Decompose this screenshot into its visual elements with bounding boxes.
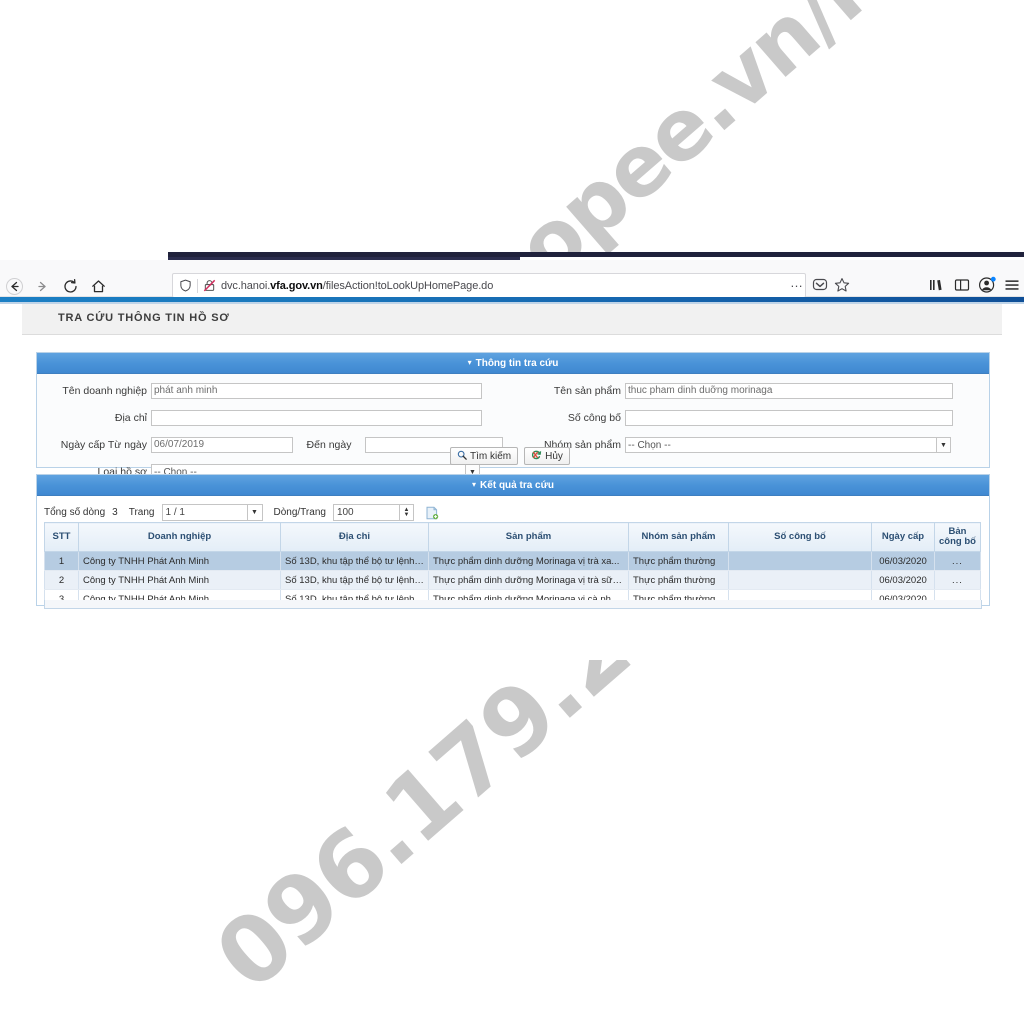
product-group-select[interactable]: -- Chọn -- ▼: [625, 437, 951, 453]
chevron-down-icon[interactable]: ▼: [936, 438, 950, 452]
browser-window: dvc.hanoi.vfa.gov.vn/filesAction!toLookU…: [0, 252, 1024, 660]
cell-date: 06/03/2020: [871, 570, 935, 590]
shield-icon[interactable]: [179, 279, 192, 292]
page-title: TRA CỨU THÔNG TIN HỒ SƠ: [58, 312, 230, 324]
table-row[interactable]: 1 Công ty TNHH Phát Anh Minh Số 13D, khu…: [44, 551, 981, 571]
col-publish-no[interactable]: Số công bố: [728, 522, 872, 552]
page-content: TRA CỨU THÔNG TIN HỒ SƠ ▾ Thông tin tra …: [0, 304, 1024, 660]
field-date-from: Ngày cấp Từ ngày 06/07/2019 Đến ngày: [37, 437, 507, 453]
results-table: STT Doanh nghiệp Địa chỉ Sản phẩm Nhóm s…: [44, 522, 981, 609]
cell-group: Thực phẩm thường: [628, 551, 729, 571]
field-product-group: Nhóm sản phẩm -- Chọn -- ▼: [507, 437, 977, 453]
table-header-row: STT Doanh nghiệp Địa chỉ Sản phẩm Nhóm s…: [44, 522, 981, 552]
col-stt[interactable]: STT: [44, 522, 79, 552]
page-actions-icon[interactable]: …: [790, 276, 804, 289]
field-company-label: Tên doanh nghiệp: [62, 385, 147, 397]
collapse-caret-icon[interactable]: ▾: [468, 359, 472, 367]
chevron-down-icon[interactable]: ▼: [246, 505, 262, 520]
cell-publish-no: [728, 551, 872, 571]
col-product[interactable]: Sản phẩm: [428, 522, 629, 552]
pagination-bar: Tổng số dòng 3 Trang 1 / 1 ▼ Dòng/Trang …: [44, 504, 439, 521]
cell-stt: 1: [44, 551, 79, 571]
rows-per-page-stepper[interactable]: 100 ▲ ▼: [332, 504, 414, 521]
company-input-value: phát anh minh: [154, 385, 218, 396]
action-buttons: Tìm kiếm Hủy: [450, 447, 570, 465]
cell-company: Công ty TNHH Phát Anh Minh: [78, 570, 281, 590]
field-address: Địa chỉ: [37, 410, 497, 426]
page-select[interactable]: 1 / 1 ▼: [161, 504, 263, 521]
search-button[interactable]: Tìm kiếm: [450, 447, 519, 465]
cell-doc-link[interactable]: ...: [934, 551, 981, 571]
company-input[interactable]: phát anh minh: [151, 383, 482, 399]
page-label: Trang: [128, 507, 155, 518]
home-icon[interactable]: [86, 274, 110, 298]
search-button-label: Tìm kiếm: [470, 450, 512, 462]
field-date-from-label: Ngày cấp Từ ngày: [60, 439, 147, 451]
url-text: dvc.hanoi.vfa.gov.vn/filesAction!toLookU…: [221, 279, 494, 292]
col-doc[interactable]: Bản công bố: [934, 522, 981, 552]
browser-navigation-toolbar: dvc.hanoi.vfa.gov.vn/filesAction!toLookU…: [0, 260, 1024, 298]
cell-company: Công ty TNHH Phát Anh Minh: [78, 551, 281, 571]
table-row[interactable]: 2 Công ty TNHH Phát Anh Minh Số 13D, khu…: [44, 570, 981, 590]
col-company[interactable]: Doanh nghiệp: [78, 522, 281, 552]
export-excel-icon[interactable]: [425, 506, 439, 520]
field-publish-no-label: Số công bố: [567, 412, 621, 424]
rows-per-page-value: 100: [336, 507, 354, 518]
total-rows-label: Tổng số dòng: [44, 507, 106, 518]
address-input[interactable]: [151, 410, 482, 426]
cell-date: 06/03/2020: [871, 551, 935, 571]
field-product: Tên sản phẩm thuc pham dinh duỡng morina…: [507, 383, 977, 399]
reload-icon[interactable]: [58, 274, 82, 298]
cancel-button-label: Hủy: [545, 450, 563, 462]
bookmark-star-icon[interactable]: [834, 277, 850, 293]
field-company: Tên doanh nghiệp phát anh minh: [37, 383, 497, 399]
lock-disabled-icon[interactable]: [203, 279, 216, 292]
app-menu-icon[interactable]: [1004, 277, 1020, 293]
back-icon[interactable]: [2, 274, 26, 298]
field-address-label: Địa chỉ: [114, 412, 147, 424]
date-from-input[interactable]: 06/07/2019: [151, 437, 293, 453]
cell-group: Thực phẩm thường: [628, 570, 729, 590]
date-from-value: 06/07/2019: [154, 439, 205, 450]
refresh-cancel-icon: [531, 450, 542, 463]
urlbar-divider: [197, 278, 198, 293]
account-avatar-icon[interactable]: [978, 276, 996, 294]
field-date-to-label: Đến ngày: [306, 439, 352, 451]
results-panel-title: Kết quả tra cứu: [480, 479, 554, 491]
cell-product: Thực phẩm dinh dưỡng Morinaga vị trà xa.…: [428, 551, 629, 571]
forward-icon[interactable]: [30, 274, 54, 298]
search-panel-header[interactable]: ▾ Thông tin tra cứu: [37, 353, 989, 374]
pocket-icon[interactable]: [812, 277, 828, 293]
rows-per-page-label: Dòng/Trang: [273, 507, 326, 518]
cancel-button[interactable]: Hủy: [524, 447, 570, 465]
product-group-value: -- Chọn --: [628, 439, 671, 451]
cell-product: Thực phẩm dinh dưỡng Morinaga vị trà sữa…: [428, 570, 629, 590]
cell-doc-link[interactable]: ...: [934, 570, 981, 590]
stepper-arrows-icon[interactable]: ▲ ▼: [398, 505, 413, 520]
cell-publish-no: [728, 570, 872, 590]
cell-address: Số 13D, khu tập thể bộ tư lệnh t...: [280, 570, 429, 590]
search-panel-title: Thông tin tra cứu: [475, 357, 559, 369]
col-group[interactable]: Nhóm sản phẩm: [628, 522, 729, 552]
product-input-value: thuc pham dinh duỡng morinaga: [628, 385, 773, 396]
total-rows-value: 3: [112, 507, 118, 518]
field-publish-no: Số công bố: [507, 410, 977, 426]
address-bar[interactable]: dvc.hanoi.vfa.gov.vn/filesAction!toLookU…: [172, 273, 806, 298]
collapse-caret-icon[interactable]: ▾: [472, 481, 476, 489]
col-date[interactable]: Ngày cấp: [871, 522, 935, 552]
page-select-value: 1 / 1: [165, 507, 185, 518]
search-icon: [457, 450, 467, 463]
cell-address: Số 13D, khu tập thể bộ tư lệnh t...: [280, 551, 429, 571]
sidebar-icon[interactable]: [954, 277, 970, 293]
library-icon[interactable]: [928, 277, 944, 293]
results-panel-header[interactable]: ▾ Kết quả tra cứu: [37, 475, 989, 496]
product-input[interactable]: thuc pham dinh duỡng morinaga: [625, 383, 953, 399]
table-footer: [44, 600, 982, 609]
field-product-label: Tên sản phẩm: [553, 385, 621, 397]
col-address[interactable]: Địa chỉ: [280, 522, 429, 552]
publish-no-input[interactable]: [625, 410, 953, 426]
cell-stt: 2: [44, 570, 79, 590]
